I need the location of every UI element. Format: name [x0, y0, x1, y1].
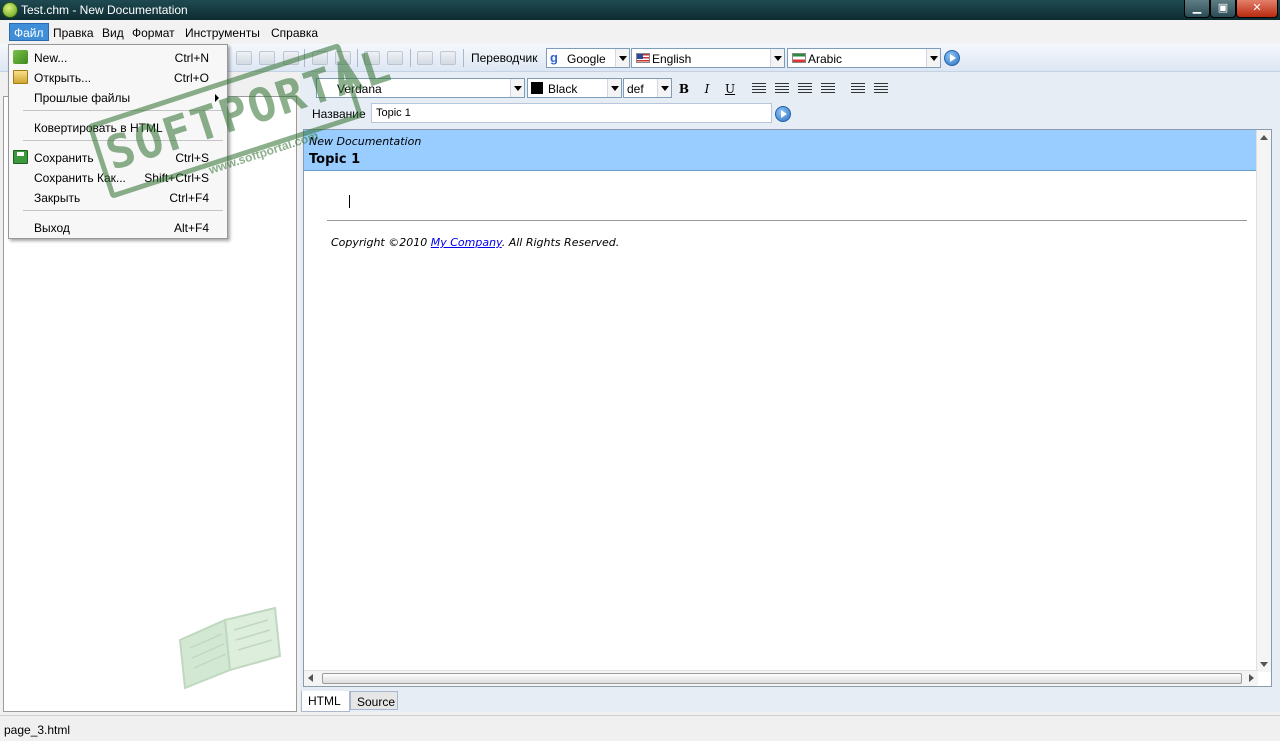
- paste-icon[interactable]: [283, 51, 299, 65]
- indent-icon[interactable]: [851, 83, 865, 94]
- table-icon[interactable]: [440, 51, 456, 65]
- google-icon: g: [550, 50, 558, 65]
- chevron-down-icon: [510, 79, 524, 97]
- font-size-select[interactable]: def: [623, 78, 672, 98]
- menu-separator: [23, 140, 223, 141]
- status-bar: page_3.html: [0, 715, 1280, 741]
- iran-flag-icon: [792, 53, 806, 63]
- font-color-select[interactable]: Black: [527, 78, 622, 98]
- toolbar-separator: [357, 49, 358, 67]
- us-flag-icon: [636, 53, 650, 63]
- align-center-icon[interactable]: [775, 83, 789, 94]
- link-icon[interactable]: [364, 51, 380, 65]
- scrollbar-thumb[interactable]: [322, 673, 1242, 684]
- source-language-select[interactable]: English: [631, 48, 785, 68]
- menu-item-recent-files[interactable]: Прошлые файлы: [9, 87, 227, 107]
- menu-item-open[interactable]: Открыть... Ctrl+O: [9, 67, 227, 87]
- menu-tools[interactable]: Инструменты: [181, 24, 264, 42]
- new-doc-icon: [13, 50, 28, 64]
- scroll-down-icon[interactable]: [1260, 662, 1268, 667]
- topic-title: Topic 1: [309, 152, 361, 167]
- translate-go-button[interactable]: [944, 50, 960, 66]
- italic-button[interactable]: I: [697, 80, 717, 98]
- text-caret: [349, 195, 350, 208]
- submenu-arrow-icon: [215, 94, 219, 102]
- align-left-icon[interactable]: [752, 83, 766, 94]
- chevron-down-icon: [926, 49, 940, 67]
- copyright-text: Copyright ©2010 My Company. All Rights R…: [331, 236, 620, 249]
- topic-name-label: Название: [312, 107, 366, 121]
- topic-name-input[interactable]: [371, 103, 772, 123]
- chevron-down-icon: [770, 49, 784, 67]
- image-icon[interactable]: [387, 51, 403, 65]
- status-text: page_3.html: [4, 723, 71, 737]
- font-family-select[interactable]: Verdana: [316, 78, 525, 98]
- underline-button[interactable]: U: [720, 80, 740, 98]
- bold-button[interactable]: B: [674, 80, 694, 98]
- title-bar: Test.chm - New Documentation ▁ ▣ ✕: [0, 0, 1280, 20]
- cut-icon[interactable]: [236, 51, 252, 65]
- menu-item-save-as[interactable]: Сохранить Как... Shift+Ctrl+S: [9, 167, 227, 187]
- chevron-down-icon: [657, 79, 671, 97]
- window-title: Test.chm - New Documentation: [21, 3, 188, 17]
- chevron-down-icon: [615, 49, 629, 67]
- tab-source[interactable]: Source: [350, 691, 398, 710]
- close-button[interactable]: ✕: [1236, 0, 1278, 18]
- html-editor[interactable]: New Documentation Topic 1 Copyright ©201…: [303, 129, 1272, 687]
- menu-item-new[interactable]: New... Ctrl+N: [9, 47, 227, 67]
- align-justify-icon[interactable]: [821, 83, 835, 94]
- tab-html[interactable]: HTML: [301, 691, 350, 712]
- menu-help[interactable]: Справка: [267, 24, 322, 42]
- toolbar-separator: [304, 49, 305, 67]
- translation-engine-select[interactable]: g Google: [546, 48, 630, 68]
- company-link[interactable]: My Company: [431, 236, 502, 249]
- scroll-up-icon[interactable]: [1260, 135, 1268, 140]
- menu-view[interactable]: Вид: [98, 24, 128, 42]
- menu-item-close[interactable]: Закрыть Ctrl+F4: [9, 187, 227, 207]
- align-right-icon[interactable]: [798, 83, 812, 94]
- toolbar-separator: [410, 49, 411, 67]
- menu-format[interactable]: Формат: [128, 24, 179, 42]
- apply-name-button[interactable]: [775, 106, 791, 122]
- minimize-button[interactable]: ▁: [1184, 0, 1210, 18]
- documentation-name: New Documentation: [309, 135, 422, 148]
- save-icon: [13, 150, 28, 164]
- book-icon: [178, 606, 282, 690]
- chevron-down-icon: [607, 79, 621, 97]
- menu-item-exit[interactable]: Выход Alt+F4: [9, 217, 227, 237]
- menu-edit[interactable]: Правка: [49, 24, 98, 42]
- toolbar-separator: [463, 49, 464, 67]
- target-language-select[interactable]: Arabic: [787, 48, 941, 68]
- horizontal-scrollbar[interactable]: [304, 670, 1258, 686]
- undo-icon[interactable]: [312, 51, 328, 65]
- redo-icon[interactable]: [335, 51, 351, 65]
- menu-item-convert-html[interactable]: Ковертировать в HTML: [9, 117, 227, 137]
- app-icon: [2, 2, 18, 18]
- document-header: New Documentation Topic 1: [304, 130, 1258, 171]
- outdent-icon[interactable]: [874, 83, 888, 94]
- color-swatch: [531, 82, 543, 94]
- scroll-right-icon[interactable]: [1249, 674, 1254, 682]
- translator-label: Переводчик: [471, 51, 538, 65]
- format-bar: Verdana Black def: [300, 77, 1280, 101]
- copy-icon[interactable]: [259, 51, 275, 65]
- file-menu-dropdown: New... Ctrl+N Открыть... Ctrl+O Прошлые …: [8, 44, 228, 239]
- scroll-left-icon[interactable]: [308, 674, 313, 682]
- menu-separator: [23, 210, 223, 211]
- maximize-button[interactable]: ▣: [1210, 0, 1236, 18]
- vertical-scrollbar[interactable]: [1256, 130, 1271, 672]
- menu-bar: Файл Правка Вид Формат Инструменты Справ…: [0, 20, 1280, 44]
- open-folder-icon: [13, 70, 28, 84]
- menu-item-save[interactable]: Сохранить Ctrl+S: [9, 147, 227, 167]
- horizontal-rule: [327, 220, 1247, 221]
- menu-separator: [23, 110, 223, 111]
- menu-file[interactable]: Файл: [9, 23, 49, 41]
- insert-icon[interactable]: [417, 51, 433, 65]
